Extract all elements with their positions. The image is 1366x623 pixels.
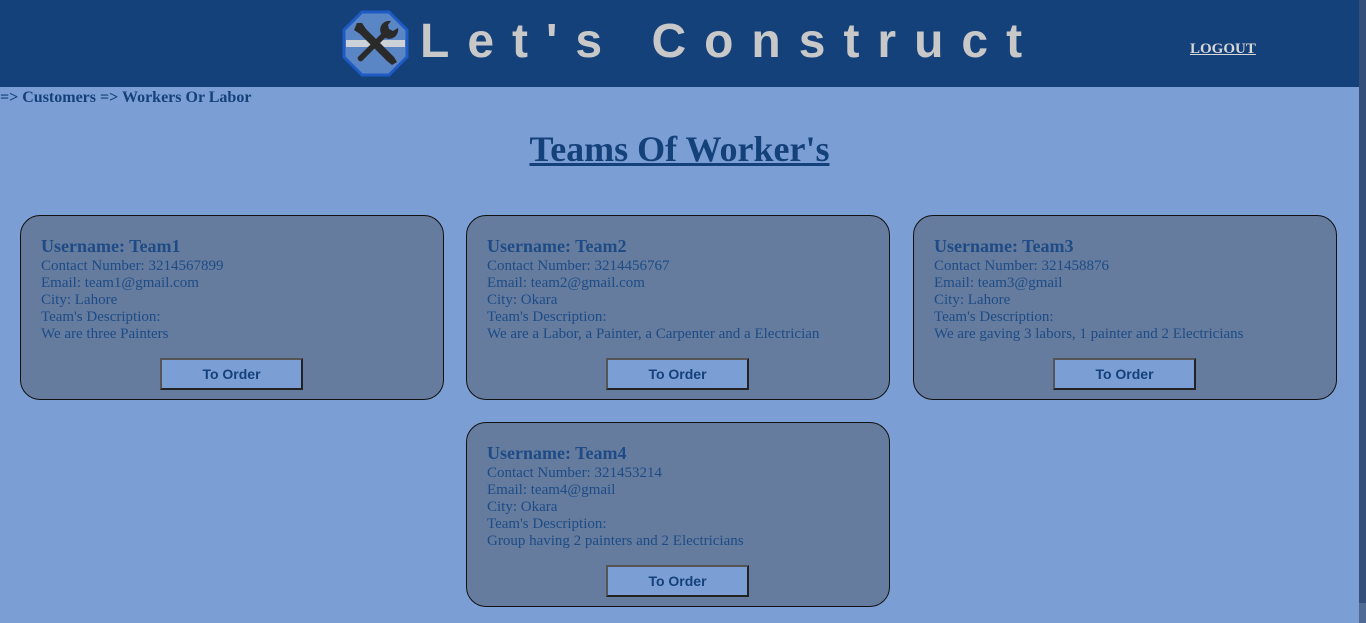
site-header: Let's Construct LOGOUT [0, 0, 1359, 87]
page: Let's Construct LOGOUT => Customers => W… [0, 0, 1359, 623]
wrench-screwdriver-icon [342, 10, 409, 77]
team-email: Email: team4@gmail [487, 482, 616, 498]
team-description: We are three Painters [41, 326, 169, 342]
team-contact: Contact Number: 3214567899 [41, 258, 224, 274]
team-contact: Contact Number: 321458876 [934, 258, 1109, 274]
breadcrumb: => Customers => Workers Or Labor [0, 89, 252, 106]
team-card: Username: Team4 Contact Number: 32145321… [466, 422, 890, 607]
team-username: Username: Team2 [487, 236, 627, 256]
brand-title: Let's Construct [420, 15, 1041, 68]
to-order-button[interactable]: To Order [606, 565, 749, 597]
team-contact: Contact Number: 3214456767 [487, 258, 670, 274]
to-order-button[interactable]: To Order [160, 358, 303, 390]
team-city: City: Lahore [934, 292, 1011, 308]
team-description-label: Team's Description: [934, 309, 1054, 325]
team-details: Contact Number: 321453214 Email: team4@g… [487, 465, 744, 550]
team-details: Contact Number: 3214456767 Email: team2@… [487, 258, 819, 343]
team-description-label: Team's Description: [487, 516, 607, 532]
page-title: Teams Of Worker's [529, 129, 830, 169]
team-details: Contact Number: 321458876 Email: team3@g… [934, 258, 1244, 343]
to-order-button[interactable]: To Order [606, 358, 749, 390]
team-card: Username: Team3 Contact Number: 32145887… [913, 215, 1337, 400]
team-city: City: Okara [487, 292, 558, 308]
vertical-scrollbar[interactable] [1359, 0, 1366, 623]
team-email: Email: team1@gmail.com [41, 275, 199, 291]
team-username: Username: Team3 [934, 236, 1074, 256]
team-username: Username: Team1 [41, 236, 181, 256]
scrollbar-thumb[interactable] [1359, 0, 1366, 603]
team-username: Username: Team4 [487, 443, 627, 463]
logout-link[interactable]: LOGOUT [1190, 41, 1256, 58]
team-description-label: Team's Description: [487, 309, 607, 325]
team-details: Contact Number: 3214567899 Email: team1@… [41, 258, 223, 343]
to-order-button[interactable]: To Order [1053, 358, 1196, 390]
team-description-label: Team's Description: [41, 309, 161, 325]
team-description: Group having 2 painters and 2 Electricia… [487, 533, 744, 549]
team-city: City: Lahore [41, 292, 118, 308]
team-card: Username: Team2 Contact Number: 32144567… [466, 215, 890, 400]
team-description: We are gaving 3 labors, 1 painter and 2 … [934, 326, 1244, 342]
team-city: City: Okara [487, 499, 558, 515]
team-email: Email: team3@gmail [934, 275, 1063, 291]
team-email: Email: team2@gmail.com [487, 275, 645, 291]
team-description: We are a Labor, a Painter, a Carpenter a… [487, 326, 820, 342]
team-contact: Contact Number: 321453214 [487, 465, 662, 481]
team-card: Username: Team1 Contact Number: 32145678… [20, 215, 444, 400]
